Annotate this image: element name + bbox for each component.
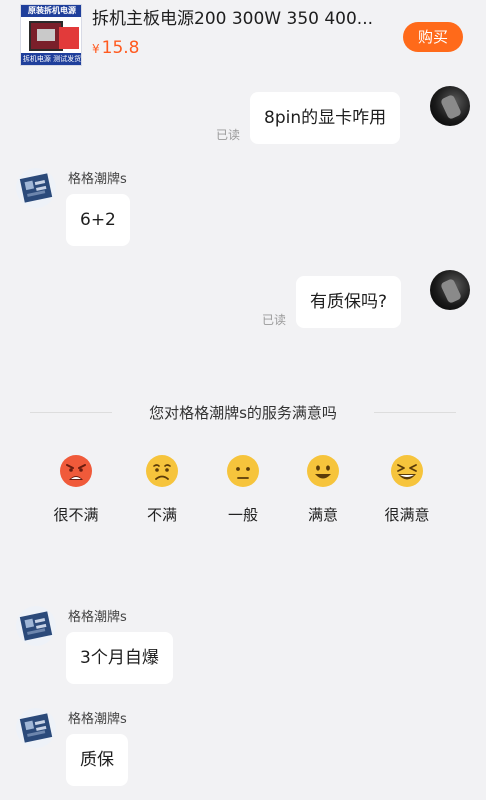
price-value: 15.8 xyxy=(101,38,140,58)
user-avatar[interactable] xyxy=(430,86,470,126)
product-price: ¥15.8 xyxy=(92,38,140,58)
user-avatar[interactable] xyxy=(430,270,470,310)
message-bubble-incoming[interactable]: 6+2 xyxy=(66,194,130,246)
shop-name: 格格潮牌s xyxy=(68,712,127,727)
message-bubble-incoming[interactable]: 3个月自爆 xyxy=(66,632,173,684)
motherboard-icon xyxy=(19,173,53,203)
very-satisfied-face-icon xyxy=(391,455,423,487)
rating-label: 满意 xyxy=(307,506,338,524)
rating-satisfied[interactable]: 满意 xyxy=(283,454,363,525)
read-status: 已读 xyxy=(216,128,241,142)
message-bubble-incoming[interactable]: 质保 xyxy=(66,734,128,786)
rating-very-unsatisfied[interactable]: 很不满 xyxy=(36,454,116,525)
rating-label: 一般 xyxy=(227,506,258,524)
buy-button[interactable]: 购买 xyxy=(403,22,463,52)
survey-divider-right xyxy=(374,412,456,413)
rating-neutral[interactable]: 一般 xyxy=(203,454,283,525)
satisfied-face-icon xyxy=(307,455,339,487)
shop-avatar[interactable] xyxy=(16,168,56,208)
thumbnail-top-text: 原装拆机电源 xyxy=(21,5,81,17)
message-bubble-outgoing[interactable]: 8pin的显卡咋用 xyxy=(250,92,401,144)
product-title[interactable]: 拆机主板电源200 300W 350 400... xyxy=(92,8,392,30)
read-status: 已读 xyxy=(262,313,287,327)
message-bubble-outgoing[interactable]: 有质保吗? xyxy=(296,276,402,328)
motherboard-icon xyxy=(19,713,53,743)
motherboard-icon xyxy=(19,611,53,641)
rating-label: 很不满 xyxy=(53,506,99,524)
unsatisfied-face-icon xyxy=(146,455,178,487)
price-currency: ¥ xyxy=(92,42,100,56)
rating-label: 不满 xyxy=(146,506,177,524)
shop-avatar[interactable] xyxy=(16,606,56,646)
rating-label: 很满意 xyxy=(384,506,430,524)
neutral-face-icon xyxy=(227,455,259,487)
shop-name: 格格潮牌s xyxy=(68,610,127,625)
product-thumbnail[interactable]: 原装拆机电源 拆机电源 测试发货 xyxy=(20,4,82,66)
shop-name: 格格潮牌s xyxy=(68,172,127,187)
rating-unsatisfied[interactable]: 不满 xyxy=(122,454,202,525)
product-header[interactable]: 原装拆机电源 拆机电源 测试发货 拆机主板电源200 300W 350 400.… xyxy=(0,0,486,72)
very-unsatisfied-face-icon xyxy=(60,455,92,487)
thumbnail-bottom-text: 拆机电源 测试发货 xyxy=(21,53,82,65)
rating-very-satisfied[interactable]: 很满意 xyxy=(367,454,447,525)
thumbnail-psu-image xyxy=(29,21,63,51)
thumbnail-tag xyxy=(59,27,79,49)
shop-avatar[interactable] xyxy=(16,708,56,748)
